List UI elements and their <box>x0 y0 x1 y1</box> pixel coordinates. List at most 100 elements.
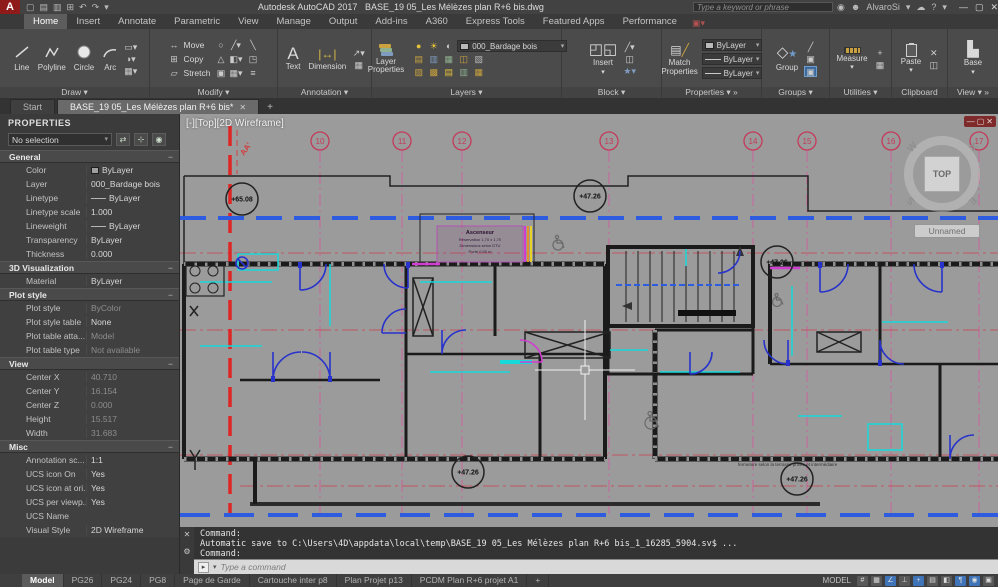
layer-tool-icon[interactable]: ▦ <box>442 54 455 65</box>
property-value[interactable]: Yes <box>86 469 179 479</box>
a360-icon[interactable]: ☁ <box>916 2 925 13</box>
layer-tool-icon[interactable]: ▦ <box>472 67 485 78</box>
linetype-dropdown[interactable]: ByLayer▾ <box>702 67 763 79</box>
command-customize-icon[interactable]: ⚙ <box>183 547 190 556</box>
trim-tool-icon[interactable]: ╱▾ <box>229 40 242 51</box>
stretch-button[interactable]: ▱Stretch <box>168 68 211 79</box>
quick-select-icon[interactable]: + <box>874 48 887 59</box>
command-close-icon[interactable]: ✕ <box>184 530 191 539</box>
property-value[interactable]: 31.683 <box>86 428 179 438</box>
palette-section-header[interactable]: 3D Visualization− <box>0 261 179 274</box>
layer-tool-icon[interactable]: ▤ <box>412 54 425 65</box>
floor-plan-canvas[interactable]: 1011121314151617 AA' <box>180 114 998 527</box>
panel-label-layers[interactable]: Layers ▾ <box>372 87 561 98</box>
property-value[interactable]: 1:1 <box>86 455 179 465</box>
close-button[interactable]: ✕ <box>990 2 998 13</box>
rectangle-tool-icon[interactable]: ▭▾ <box>124 42 137 53</box>
property-value[interactable]: 16.154 <box>86 386 179 396</box>
layer-tool-icon[interactable]: ▥ <box>457 67 470 78</box>
search-input[interactable]: Type a keyword or phrase <box>693 2 833 12</box>
group-selection-icon[interactable]: ▣ <box>804 66 817 77</box>
table-tool-icon[interactable]: ▦ <box>352 60 365 71</box>
copy-button[interactable]: ⊞Copy <box>168 54 211 65</box>
panel-label-utilities[interactable]: Utilities ▾ <box>830 87 891 98</box>
viewcube-top-face[interactable]: TOP <box>924 156 960 192</box>
user-menu-caret-icon[interactable]: ▾ <box>906 2 911 13</box>
paste-button[interactable]: Paste▾ <box>899 43 923 76</box>
file-tab[interactable]: Start <box>10 99 55 114</box>
insert-button[interactable]: ◰◱ Insert▾ <box>587 41 619 77</box>
block-create-icon[interactable]: ◫ <box>623 54 636 65</box>
layout-tab-cartouche-inter-p8[interactable]: Cartouche inter p8 <box>250 574 337 587</box>
status-toggle-icon[interactable]: ▣ <box>983 576 994 586</box>
fillet-tool-icon[interactable]: ◧▾ <box>229 54 242 65</box>
property-value[interactable]: Yes <box>86 483 179 493</box>
property-value[interactable]: ByLayer <box>86 235 179 245</box>
layout-tab-model[interactable]: Model <box>22 574 64 587</box>
autocad-logo-icon[interactable]: A <box>0 0 20 14</box>
new-file-icon[interactable]: ▢ <box>26 2 35 13</box>
open-file-icon[interactable]: ▤ <box>40 2 49 13</box>
ungroup-icon[interactable]: ╱ <box>804 42 817 53</box>
layout-tab-pg24[interactable]: PG24 <box>102 574 141 587</box>
property-value[interactable]: 000_Bardage bois <box>86 179 179 189</box>
vp-close-icon[interactable]: ✕ <box>986 117 993 126</box>
match-properties-button[interactable]: ▤╱ Match Properties <box>661 41 699 77</box>
status-toggle-icon[interactable]: ¶ <box>955 576 966 586</box>
property-value[interactable]: 15.517 <box>86 414 179 424</box>
status-toggle-icon[interactable]: # <box>857 576 868 586</box>
status-toggle-icon[interactable]: ◧ <box>941 576 952 586</box>
drawing-viewport[interactable]: [-][Top][2D Wireframe] — ▢ ✕ 10111213141… <box>180 114 998 527</box>
ribbon-tab-featured-apps[interactable]: Featured Apps <box>534 14 614 29</box>
arc-button[interactable]: Arc <box>100 44 120 73</box>
redo-icon[interactable]: ↷ <box>92 2 100 13</box>
help-caret-icon[interactable]: ▾ <box>942 2 947 13</box>
quick-select-icon[interactable]: ◉ <box>152 133 166 146</box>
measure-button[interactable]: Measure▾ <box>834 46 869 73</box>
status-toggle-icon[interactable]: + <box>913 576 924 586</box>
ribbon-tab-add-ins[interactable]: Add-ins <box>366 14 416 29</box>
property-value[interactable]: ByLayer <box>86 193 179 203</box>
line-button[interactable]: Line <box>12 44 32 73</box>
dimension-button[interactable]: |↔| Dimension <box>306 45 348 72</box>
palette-section-header[interactable]: Misc− <box>0 440 179 453</box>
block-attributes-icon[interactable]: ★▾ <box>623 66 636 77</box>
ellipse-tool-icon[interactable]: ◑▾ <box>124 54 137 65</box>
layer-tool-icon[interactable]: ▩ <box>427 67 440 78</box>
property-value[interactable]: Model <box>86 331 179 341</box>
calculator-icon[interactable]: ▦ <box>874 60 887 71</box>
layer-tool-icon[interactable]: ▥ <box>427 54 440 65</box>
property-value[interactable]: None <box>86 317 179 327</box>
new-drawing-tab-button[interactable]: + <box>261 101 279 114</box>
layout-tab-page-de-garde[interactable]: Page de Garde <box>175 574 250 587</box>
property-value[interactable]: Not available <box>86 345 179 355</box>
panel-label-clipboard[interactable]: Clipboard <box>892 87 947 98</box>
ribbon-tab-view[interactable]: View <box>229 14 267 29</box>
property-value[interactable]: ByColor <box>86 303 179 313</box>
toggle-pickadd-icon[interactable]: ⇄ <box>116 133 130 146</box>
leader-tool-icon[interactable]: ↗▾ <box>352 48 365 59</box>
text-button[interactable]: A Text <box>284 45 303 72</box>
status-toggle-icon[interactable]: ⊥ <box>899 576 910 586</box>
layer-on-icon[interactable]: ● <box>412 41 425 52</box>
panel-label-groups[interactable]: Groups ▾ <box>762 87 829 98</box>
model-space-label[interactable]: MODEL <box>823 576 851 585</box>
object-color-dropdown[interactable]: ByLayer▾ <box>702 39 763 51</box>
ribbon-tab-express-tools[interactable]: Express Tools <box>457 14 534 29</box>
search-icon[interactable]: ◉ <box>837 2 845 13</box>
status-toggle-icon[interactable]: ◉ <box>969 576 980 586</box>
offset-tool-icon[interactable]: ≡ <box>246 68 259 79</box>
polyline-button[interactable]: Polyline <box>36 44 68 73</box>
ribbon-tab-manage[interactable]: Manage <box>268 14 320 29</box>
vp-minimize-icon[interactable]: — <box>967 117 975 126</box>
mirror-tool-icon[interactable]: △ <box>214 54 227 65</box>
circle-button[interactable]: Circle <box>72 44 96 73</box>
erase-tool-icon[interactable]: ╲ <box>246 40 259 51</box>
palette-section-header[interactable]: View− <box>0 357 179 370</box>
ribbon-tab-parametric[interactable]: Parametric <box>165 14 229 29</box>
property-value[interactable]: 1.000 <box>86 207 179 217</box>
explode-tool-icon[interactable]: ◳ <box>246 54 259 65</box>
compass-south[interactable]: S <box>905 194 917 206</box>
signin-user[interactable]: AlvaroSi <box>866 2 900 12</box>
command-input[interactable]: ▸ ▾ Type a command <box>194 559 998 574</box>
